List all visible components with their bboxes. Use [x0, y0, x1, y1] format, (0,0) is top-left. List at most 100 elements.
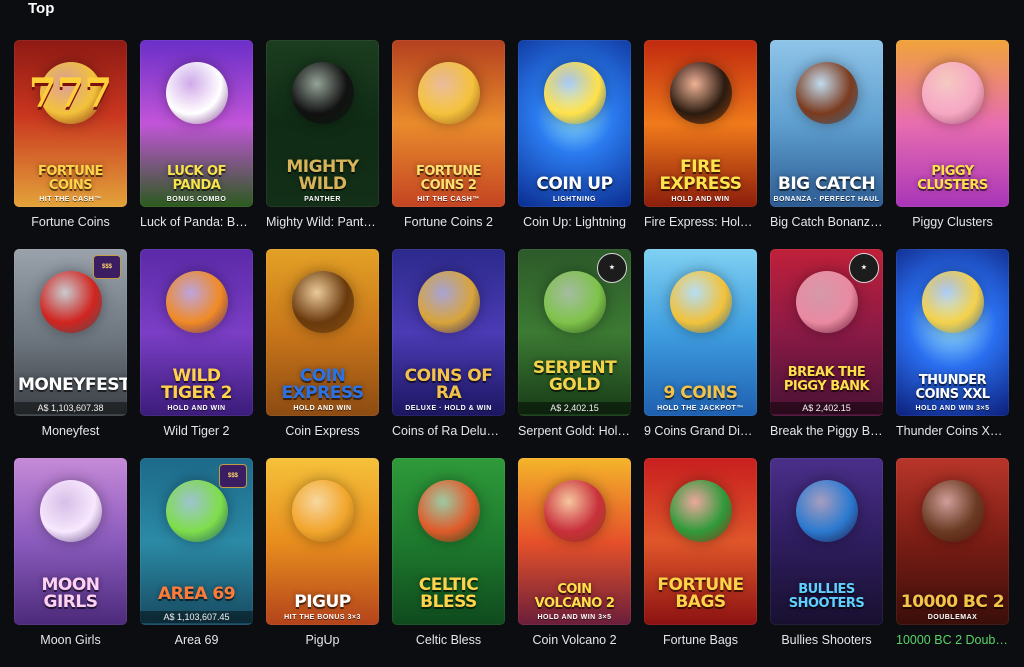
game-art-title: FORTUNE BAGS [657, 575, 744, 612]
game-name[interactable]: Coin Up: Lightning [518, 215, 631, 229]
game-name[interactable]: Fortune Coins [14, 215, 127, 229]
game-card[interactable]: FORTUNE COINS HIT THE CASH™ 777 Fortune Coi… [14, 40, 127, 249]
game-card[interactable]: WILD TIGER 2 HOLD AND WIN Wild Tiger 2 [140, 249, 253, 458]
pharaoh-icon [417, 271, 480, 333]
game-art-top-text: 777 [28, 70, 113, 117]
game-art-subtitle: BONANZA · PERFECT HAUL [773, 196, 880, 203]
game-art-subtitle: LIGHTNING [553, 196, 596, 203]
game-name[interactable]: Break the Piggy Bank [770, 424, 883, 438]
game-thumbnail[interactable]: BIG CATCH BONANZA · PERFECT HAUL [770, 40, 883, 207]
game-name[interactable]: 9 Coins Grand Diamond Edition [644, 424, 757, 438]
game-card[interactable]: BULLIES SHOOTERS Bullies Shooters [770, 458, 883, 667]
game-thumbnail[interactable]: FORTUNE COINS 2 HIT THE CASH™ [392, 40, 505, 207]
game-name[interactable]: Mighty Wild: Panther Grand Gold Edition [266, 215, 379, 229]
mammoth-icon [921, 480, 984, 542]
game-art-title: CELTIC BLESS [418, 575, 479, 612]
game-card[interactable]: FORTUNE COINS 2 HIT THE CASH™ Fortune Coin… [392, 40, 505, 249]
game-name[interactable]: Coin Express [266, 424, 379, 438]
game-art-subtitle: HOLD AND WIN [293, 405, 352, 412]
game-thumbnail[interactable]: 9 COINS HOLD THE JACKPOT™ [644, 249, 757, 416]
game-name[interactable]: Moon Girls [14, 633, 127, 647]
game-thumbnail[interactable]: MOON GIRLS [14, 458, 127, 625]
game-name[interactable]: Area 69 [140, 633, 253, 647]
game-card[interactable]: PIGUP HIT THE BONUS 3×3 PigUp [266, 458, 379, 667]
game-card[interactable]: THUNDER COINS XXL HOLD AND WIN 3×5 Thunder… [896, 249, 1009, 458]
game-thumbnail[interactable]: LUCK OF PANDA BONUS COMBO [140, 40, 253, 207]
game-card[interactable]: FORTUNE BAGS Fortune Bags [644, 458, 757, 667]
game-art-title: MIGHTY WILD [286, 157, 359, 194]
game-card[interactable]: COIN UP LIGHTNING Coin Up: Lightning [518, 40, 631, 249]
game-card[interactable]: MONEYFEST $$$ A$ 1,103,607.38 Moneyfest [14, 249, 127, 458]
game-card[interactable]: MIGHTY WILD PANTHER Mighty Wild: Panther G… [266, 40, 379, 249]
game-card[interactable]: BIG CATCH BONANZA · PERFECT HAUL Big Catch… [770, 40, 883, 249]
game-name[interactable]: Fire Express: Hold and Win [644, 215, 757, 229]
game-art-title: LUCK OF PANDA [167, 164, 226, 193]
game-art-title: COINS OF RA [404, 366, 493, 403]
game-card[interactable]: COIN EXPRESS HOLD AND WIN Coin Express [266, 249, 379, 458]
game-thumbnail[interactable]: PIGGY CLUSTERS [896, 40, 1009, 207]
game-name[interactable]: Luck of Panda: Bonus Combo [140, 215, 253, 229]
safe-icon [39, 271, 102, 333]
game-name[interactable]: Moneyfest [14, 424, 127, 438]
game-name[interactable]: PigUp [266, 633, 379, 647]
game-art-subtitle: HIT THE CASH™ [417, 196, 480, 203]
game-thumbnail[interactable]: SERPENT GOLD ★ A$ 2,402.15 [518, 249, 631, 416]
game-thumbnail[interactable]: COIN VOLCANO 2 HOLD AND WIN 3×5 [518, 458, 631, 625]
game-name[interactable]: Coin Volcano 2 [518, 633, 631, 647]
game-thumbnail[interactable]: COIN UP LIGHTNING [518, 40, 631, 207]
game-art-title: AREA 69 [157, 584, 236, 604]
game-thumbnail[interactable]: PIGUP HIT THE BONUS 3×3 [266, 458, 379, 625]
game-name[interactable]: Big Catch Bonanza: Perfect Haul [770, 215, 883, 229]
game-thumbnail[interactable]: BULLIES SHOOTERS [770, 458, 883, 625]
game-card[interactable]: BREAK THE PIGGY BANK ★ A$ 2,402.15 Break th… [770, 249, 883, 458]
game-card[interactable]: FIRE EXPRESS HOLD AND WIN Fire Express: Ho… [644, 40, 757, 249]
game-thumbnail[interactable]: 10000 BC 2 DOUBLEMAX [896, 458, 1009, 625]
game-card[interactable]: AREA 69 $$$ A$ 1,103,607.45 Area 69 [140, 458, 253, 667]
game-art-subtitle: HIT THE BONUS 3×3 [284, 614, 361, 621]
game-card[interactable]: COINS OF RA DELUXE · HOLD & WIN Coins of R… [392, 249, 505, 458]
game-art-title: FORTUNE COINS 2 [415, 164, 482, 193]
game-card[interactable]: 10000 BC 2 DOUBLEMAX 10000 BC 2 DoubleMax [896, 458, 1009, 667]
game-thumbnail[interactable]: THUNDER COINS XXL HOLD AND WIN 3×5 [896, 249, 1009, 416]
game-thumbnail[interactable]: FORTUNE BAGS [644, 458, 757, 625]
game-thumbnail[interactable]: MONEYFEST $$$ A$ 1,103,607.38 [14, 249, 127, 416]
game-card[interactable]: LUCK OF PANDA BONUS COMBO Luck of Panda: B… [140, 40, 253, 249]
game-name[interactable]: 10000 BC 2 DoubleMax [896, 633, 1009, 647]
section-title: Top [28, 0, 55, 17]
game-card[interactable]: COIN VOLCANO 2 HOLD AND WIN 3×5 Coin Volca… [518, 458, 631, 667]
game-art-title: COIN UP [536, 174, 613, 194]
volcano-icon [543, 480, 606, 542]
game-thumbnail[interactable]: CELTIC BLESS [392, 458, 505, 625]
game-thumbnail[interactable]: WILD TIGER 2 HOLD AND WIN [140, 249, 253, 416]
game-name[interactable]: Coins of Ra Deluxe: Hold & Win [392, 424, 505, 438]
game-art-title: SERPENT GOLD [532, 358, 617, 395]
tiger-icon [165, 271, 228, 333]
game-art-title: COIN VOLCANO 2 [534, 582, 615, 611]
game-card[interactable]: MOON GIRLS Moon Girls [14, 458, 127, 667]
game-thumbnail[interactable]: FIRE EXPRESS HOLD AND WIN [644, 40, 757, 207]
money-bag-icon [669, 480, 732, 542]
game-name[interactable]: Thunder Coins XXL: Hold and Win [896, 424, 1009, 438]
game-art-title: FIRE EXPRESS [659, 157, 742, 194]
game-name[interactable]: Fortune Coins 2 [392, 215, 505, 229]
game-name[interactable]: Serpent Gold: Hold and Win [518, 424, 631, 438]
game-name[interactable]: Bullies Shooters [770, 633, 883, 647]
game-thumbnail[interactable]: BREAK THE PIGGY BANK ★ A$ 2,402.15 [770, 249, 883, 416]
coin-icon [669, 271, 732, 333]
game-art-subtitle: PANTHER [304, 196, 341, 203]
game-name[interactable]: Wild Tiger 2 [140, 424, 253, 438]
game-name[interactable]: Fortune Bags [644, 633, 757, 647]
game-thumbnail[interactable]: AREA 69 $$$ A$ 1,103,607.45 [140, 458, 253, 625]
pig-icon [921, 62, 984, 124]
game-card[interactable]: CELTIC BLESS Celtic Bless [392, 458, 505, 667]
game-card[interactable]: PIGGY CLUSTERS Piggy Clusters [896, 40, 1009, 249]
game-thumbnail[interactable]: FORTUNE COINS HIT THE CASH™ 777 [14, 40, 127, 207]
game-card[interactable]: SERPENT GOLD ★ A$ 2,402.15 Serpent Gold: Ho… [518, 249, 631, 458]
game-name[interactable]: Piggy Clusters [896, 215, 1009, 229]
game-thumbnail[interactable]: COINS OF RA DELUXE · HOLD & WIN [392, 249, 505, 416]
game-name[interactable]: Celtic Bless [392, 633, 505, 647]
train-icon [669, 62, 732, 124]
game-thumbnail[interactable]: MIGHTY WILD PANTHER [266, 40, 379, 207]
game-card[interactable]: 9 COINS HOLD THE JACKPOT™ 9 Coins Grand Di… [644, 249, 757, 458]
game-thumbnail[interactable]: COIN EXPRESS HOLD AND WIN [266, 249, 379, 416]
